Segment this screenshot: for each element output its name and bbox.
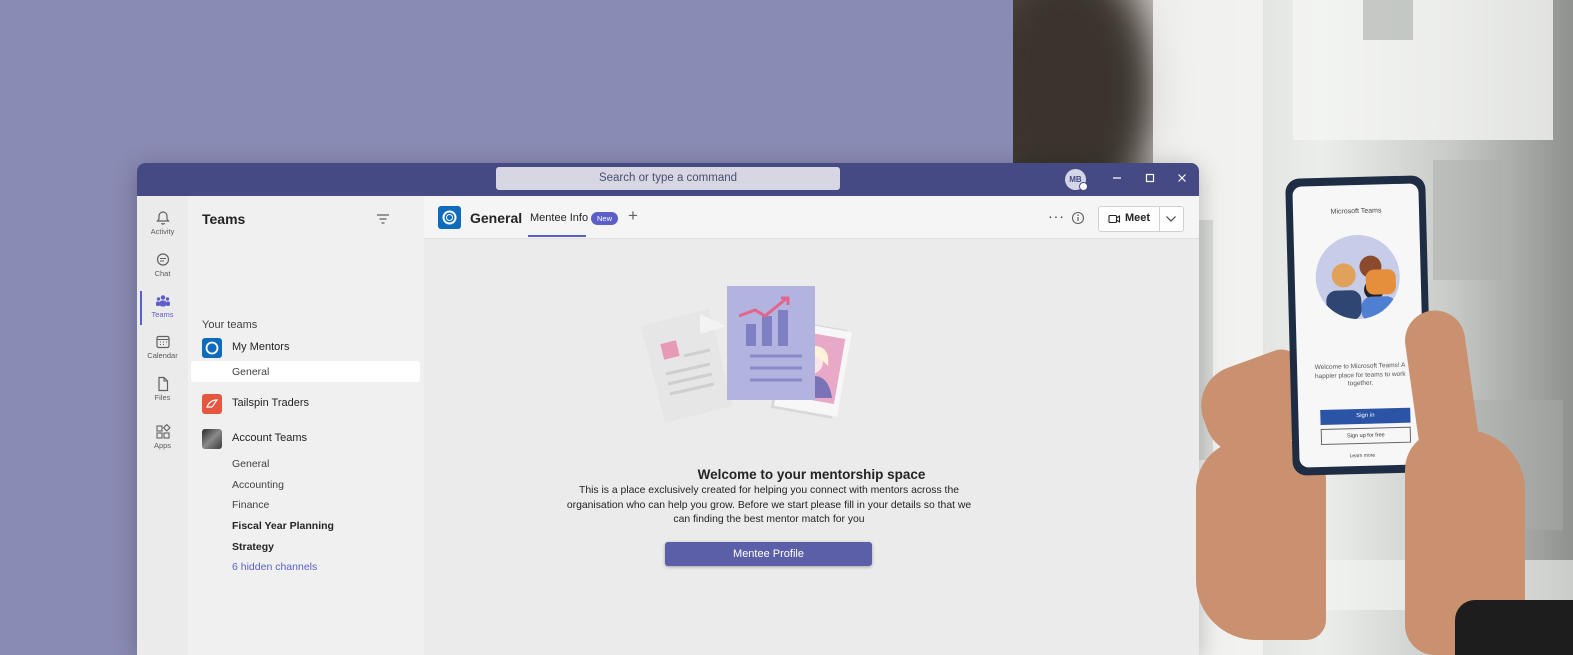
chevron-down-icon[interactable] bbox=[1165, 215, 1177, 223]
channel-accounting[interactable]: Accounting bbox=[232, 479, 284, 491]
rail-item-activity[interactable]: Activity bbox=[137, 206, 188, 246]
panel-title: Teams bbox=[202, 211, 246, 227]
meet-button[interactable]: Meet bbox=[1098, 206, 1184, 232]
team-account-teams[interactable]: Account Teams bbox=[202, 429, 417, 451]
new-badge: New bbox=[591, 212, 619, 225]
channel-header: General Mentee Info New + ··· Meet bbox=[424, 196, 1199, 239]
section-label: Your teams bbox=[202, 319, 258, 331]
rail-label: Activity bbox=[150, 227, 175, 236]
app-rail: Activity Chat Teams Calendar Files Apps bbox=[137, 196, 188, 655]
phone-signup-button[interactable]: Sign up for free bbox=[1320, 426, 1412, 446]
main-content: General Mentee Info New + ··· Meet Welco… bbox=[424, 196, 1199, 655]
calendar-icon bbox=[155, 335, 170, 349]
rail-item-teams[interactable]: Teams bbox=[137, 289, 188, 329]
rail-item-apps[interactable]: Apps bbox=[137, 420, 188, 460]
team-my-mentors[interactable]: My Mentors bbox=[202, 338, 417, 360]
channel-general[interactable]: General bbox=[232, 366, 269, 378]
team-tailspin-traders[interactable]: Tailspin Traders bbox=[202, 394, 417, 416]
rail-item-chat[interactable]: Chat bbox=[137, 248, 188, 288]
info-icon[interactable] bbox=[1071, 211, 1085, 225]
channel-title: General bbox=[470, 210, 523, 226]
rail-label: Files bbox=[154, 393, 171, 402]
rail-label: Calendar bbox=[147, 351, 178, 360]
team-avatar bbox=[202, 429, 222, 449]
sleeve bbox=[1455, 600, 1573, 655]
rail-label: Chat bbox=[154, 269, 171, 278]
tab-mentee-info[interactable]: Mentee Info bbox=[530, 212, 588, 224]
phone-signin-button[interactable]: Sign in bbox=[1320, 407, 1411, 426]
channel-finance[interactable]: Finance bbox=[232, 499, 269, 511]
chat-icon bbox=[156, 253, 169, 266]
welcome-title: Welcome to your mentorship space bbox=[697, 467, 926, 482]
tab-underline bbox=[528, 235, 586, 237]
phone-screen: Microsoft Teams Welcome to Microsoft Tea… bbox=[1292, 183, 1426, 468]
rail-label: Apps bbox=[153, 441, 172, 450]
channel-logo bbox=[438, 206, 461, 229]
team-avatar bbox=[202, 394, 222, 414]
hidden-channels-link[interactable]: 6 hidden channels bbox=[232, 561, 317, 573]
file-icon bbox=[157, 376, 168, 392]
apps-icon bbox=[155, 424, 171, 439]
teams-panel: Teams Your teams My Mentors General Tail… bbox=[188, 196, 424, 655]
presence-icon bbox=[1079, 182, 1088, 191]
close-icon[interactable] bbox=[1172, 169, 1192, 189]
filter-icon[interactable] bbox=[376, 213, 390, 225]
team-name: Tailspin Traders bbox=[232, 397, 310, 409]
channel-fiscal-year-planning[interactable]: Fiscal Year Planning bbox=[232, 520, 334, 532]
channel-general[interactable]: General bbox=[232, 458, 269, 470]
search-input[interactable]: Search or type a command bbox=[496, 167, 840, 190]
video-camera-icon bbox=[1108, 214, 1121, 224]
channel-strategy[interactable]: Strategy bbox=[232, 541, 274, 553]
rail-item-files[interactable]: Files bbox=[137, 372, 188, 412]
welcome-body: This is a place exclusively created for … bbox=[566, 485, 972, 526]
mentee-profile-button[interactable]: Mentee Profile bbox=[665, 542, 872, 566]
rail-item-calendar[interactable]: Calendar bbox=[137, 330, 188, 370]
team-name: My Mentors bbox=[232, 341, 290, 353]
phone-app-title: Microsoft Teams bbox=[1330, 207, 1382, 216]
teams-window: Search or type a command MB Activity Cha… bbox=[137, 163, 1199, 655]
rail-label: Teams bbox=[151, 310, 174, 319]
selected-channel-highlight bbox=[191, 361, 420, 382]
more-options-button[interactable]: ··· bbox=[1048, 208, 1065, 224]
phone-illustration bbox=[1314, 233, 1401, 321]
avatar[interactable]: MB bbox=[1065, 169, 1088, 191]
bell-icon bbox=[155, 211, 170, 225]
maximize-icon[interactable] bbox=[1140, 169, 1160, 189]
mentorship-illustration bbox=[640, 286, 852, 423]
minimize-icon[interactable] bbox=[1107, 169, 1127, 189]
team-name: Account Teams bbox=[232, 432, 308, 444]
teams-icon bbox=[155, 295, 170, 307]
divider bbox=[1159, 207, 1160, 231]
phone-welcome-text: Welcome to Microsoft Teams! A happier pl… bbox=[1314, 361, 1406, 388]
add-tab-button[interactable]: + bbox=[628, 206, 638, 226]
team-avatar bbox=[202, 338, 222, 358]
meet-label: Meet bbox=[1125, 212, 1151, 224]
title-bar: Search or type a command MB bbox=[137, 163, 1199, 196]
